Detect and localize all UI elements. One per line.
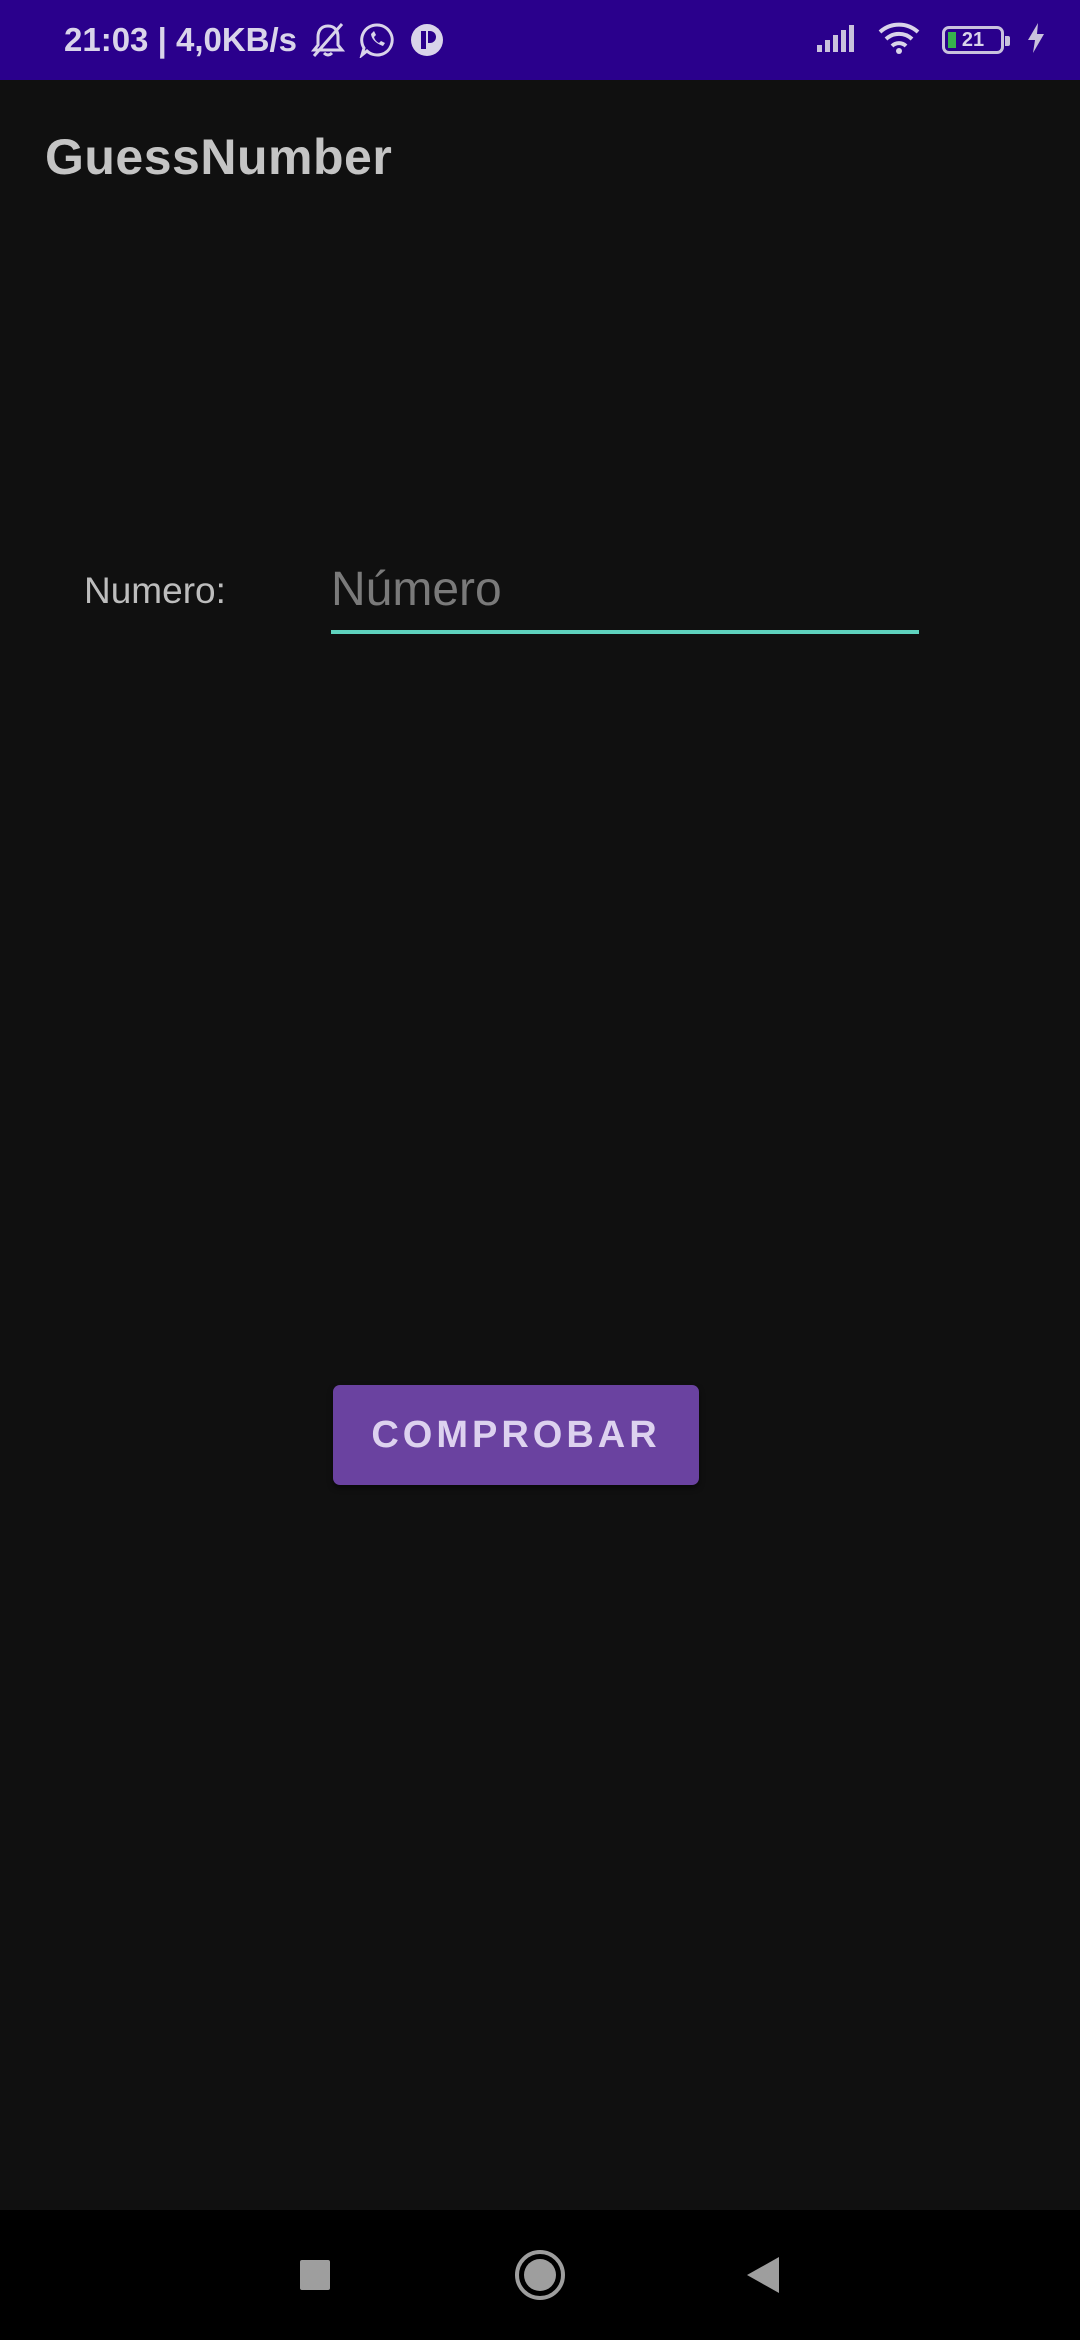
wifi-icon	[878, 22, 920, 59]
check-button[interactable]: COMPROBAR	[333, 1385, 699, 1485]
app-title: GuessNumber	[45, 129, 393, 185]
status-bar: 21:03 | 4,0KB/s 21	[0, 0, 1080, 80]
whatsapp-icon	[359, 22, 395, 58]
status-time-speed: 21:03 | 4,0KB/s	[64, 21, 298, 58]
status-right: 21	[816, 0, 1046, 80]
battery-icon: 21	[942, 26, 1010, 54]
signal-icon	[816, 23, 856, 58]
number-label: Numero:	[84, 570, 226, 611]
back-triangle-icon[interactable]	[738, 2210, 788, 2340]
vpn-icon	[409, 22, 445, 58]
number-input[interactable]	[331, 548, 919, 634]
battery-level: 21	[961, 28, 985, 51]
navigation-bar	[0, 2210, 1080, 2340]
bell-muted-icon	[311, 22, 346, 58]
recents-square-icon[interactable]	[285, 2210, 345, 2340]
charging-icon	[1026, 22, 1046, 59]
home-circle-icon[interactable]	[508, 2210, 572, 2340]
status-left: 21:03 | 4,0KB/s	[64, 0, 445, 80]
